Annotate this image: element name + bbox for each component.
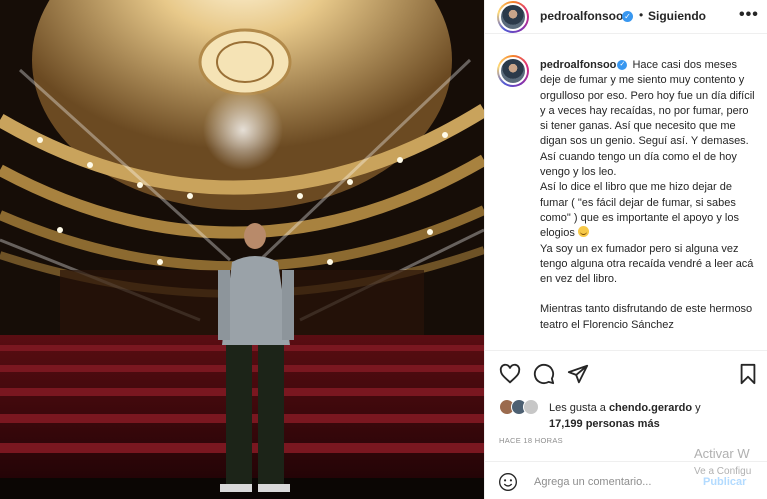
caption-paragraph-2: Así lo dice el libro que me hizo dejar d… — [540, 180, 758, 241]
caption-author-avatar[interactable] — [497, 55, 529, 87]
likes-conjunction: y — [695, 402, 701, 414]
caption-line: Hace casi dos meses deje de fumar y me s… — [540, 59, 755, 179]
author-username[interactable]: pedroalfonsoo — [540, 9, 623, 23]
paper-plane-icon[interactable] — [567, 363, 589, 385]
likes-prefix: Les gusta a — [549, 402, 606, 414]
following-button[interactable]: Siguiendo — [648, 9, 706, 23]
author-avatar[interactable] — [497, 1, 529, 33]
likes-summary: Les gusta a chendo.gerardo y 17,199 pers… — [499, 399, 759, 432]
verified-badge-icon: ✓ — [622, 11, 633, 22]
post-photo[interactable] — [0, 0, 484, 499]
likes-text: Les gusta a chendo.gerardo y 17,199 pers… — [549, 400, 759, 432]
liker-username-link[interactable]: chendo.gerardo — [609, 402, 692, 414]
caption-text: pedroalfonsoo ✓ Hace casi dos meses deje … — [540, 58, 758, 333]
post-sidebar: pedroalfonsoo ✓ • Siguiendo ••• pedroalf… — [484, 0, 767, 499]
caption-paragraph-1: pedroalfonsoo ✓ Hace casi dos meses deje … — [540, 58, 758, 180]
caption-section: pedroalfonsoo ✓ Hace casi dos meses deje … — [485, 45, 767, 350]
comment-input[interactable]: Agrega un comentario... — [534, 476, 651, 488]
heart-icon[interactable] — [499, 363, 521, 385]
caption-paragraph-4: Mientras tanto disfrutando de este hermo… — [540, 303, 753, 331]
more-options-icon[interactable]: ••• — [739, 6, 759, 24]
activation-watermark-sub: Ve a Configu — [694, 466, 752, 477]
post-timestamp[interactable]: HACE 18 HORAS — [499, 436, 563, 445]
comment-icon[interactable] — [533, 363, 555, 385]
likes-count-link[interactable]: 17,199 personas más — [549, 418, 660, 430]
bookmark-icon[interactable] — [737, 363, 759, 385]
caption-line: Así lo dice el libro que me hizo dejar d… — [540, 181, 739, 240]
publish-button[interactable]: Publicar — [703, 476, 746, 488]
header-separator: • — [639, 8, 644, 22]
liker-avatar[interactable] — [523, 399, 539, 415]
caption-paragraph-3: Ya soy un ex fumador pero si alguna vez … — [540, 242, 754, 286]
caption-verified-badge-icon: ✓ — [617, 60, 628, 71]
caption-username[interactable]: pedroalfonsoo — [540, 59, 616, 71]
post-header: pedroalfonsoo ✓ • Siguiendo ••• — [485, 0, 767, 34]
theater-photo-illustration — [0, 0, 484, 499]
activation-watermark: Activar W — [694, 446, 750, 461]
smiley-icon[interactable] — [498, 472, 518, 492]
smiling-emoji-icon — [577, 226, 589, 238]
